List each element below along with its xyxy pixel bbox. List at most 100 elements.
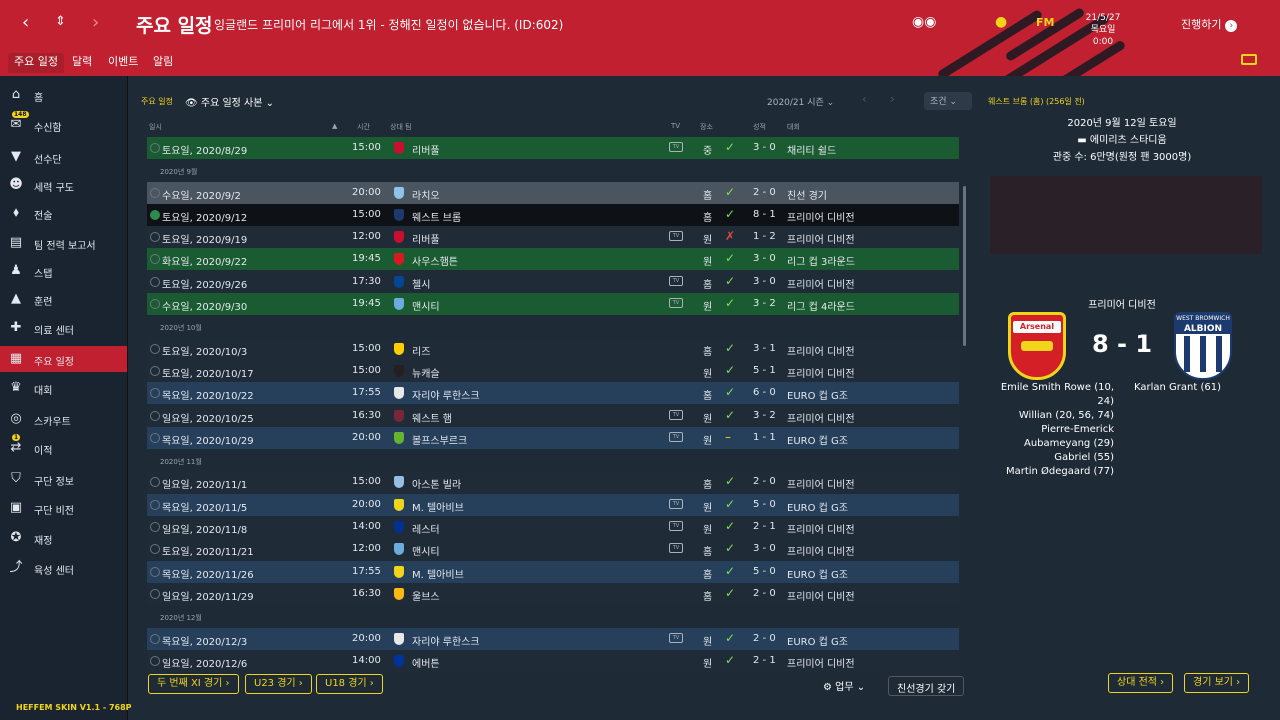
fixture-competition: 채리티 쉴드 — [787, 146, 837, 157]
fixture-row[interactable]: 토요일, 2020/9/26 17:30 첼시 홈 3 - 0 프리미어 디비전 TV ✓ — [147, 270, 959, 293]
sidebar-item[interactable]: ▼ 선수단 — [0, 144, 127, 170]
trophy-icon: ♛ — [10, 380, 22, 395]
fixture-row[interactable]: 수요일, 2020/9/30 19:45 맨시티 원 3 - 2 리그 컵 4라운드 TV ✓ — [147, 293, 959, 316]
col-opponent[interactable]: 상대 팀 — [390, 122, 412, 132]
sidebar-item[interactable]: ♛ 대회 — [0, 375, 127, 401]
tab-calendar[interactable]: 달력 — [72, 53, 92, 73]
fixture-score: 3 - 0 — [753, 543, 776, 555]
club-badge-icon[interactable]: ● — [995, 14, 1007, 30]
next-icon[interactable]: › — [890, 92, 895, 106]
sidebar-item[interactable]: ◎ 스카우트 — [0, 406, 127, 432]
fixture-row[interactable]: 일요일, 2020/11/29 16:30 울브스 홈 2 - 0 프리미어 디비전 ✓ — [147, 582, 959, 605]
second-xi-button[interactable]: 두 번째 XI 경기 › — [148, 674, 239, 694]
match-panel-title[interactable]: 웨스트 브롬 (홈) (256일 전) — [988, 96, 1085, 107]
scrollbar[interactable] — [963, 186, 966, 346]
fixture-competition: 프리미어 디비전 — [787, 525, 855, 537]
season-select[interactable]: 2020/21 시즌 ⌄ — [767, 95, 834, 108]
continue-button[interactable]: 진행하기 › — [1181, 16, 1238, 32]
fixture-competition: 리그 컵 4라운드 — [787, 302, 855, 314]
back-icon[interactable]: ‹ — [22, 12, 29, 33]
club-crest-icon — [394, 632, 404, 645]
sidebar-item[interactable]: ▣ 구단 비전 — [0, 495, 127, 521]
prev-icon[interactable]: ‹ — [862, 92, 867, 106]
col-tv[interactable]: TV — [671, 122, 680, 130]
fixture-row[interactable]: 목요일, 2020/10/22 17:55 자리야 루한스크 홈 6 - 0 EURO 컵… — [147, 382, 959, 405]
sidebar-item[interactable]: ▤ 팀 전력 보고서 — [0, 230, 127, 256]
status-dot-icon — [150, 299, 160, 310]
up-down-icon[interactable]: ⇕ — [55, 14, 66, 29]
fixture-row[interactable]: 목요일, 2020/10/29 20:00 볼프스부르크 원 1 - 1 EURO 컵 G… — [147, 426, 959, 449]
duty-menu[interactable]: ⚙ 업무 ⌄ — [823, 678, 865, 693]
tab-schedule[interactable]: 주요 일정 — [8, 53, 64, 73]
home-badge[interactable]: Arsenal — [1008, 312, 1066, 380]
sidebar-item[interactable]: ⬧ 전술 — [0, 200, 127, 226]
col-venue[interactable]: 장소 — [700, 122, 713, 132]
tab-events[interactable]: 이벤트 — [108, 53, 138, 73]
sidebar-item[interactable]: ⌂ 홈 — [0, 82, 127, 108]
fixture-venue: 홈 — [703, 547, 713, 559]
screen-icon[interactable] — [1241, 54, 1257, 65]
fm-logo[interactable]: FM — [1036, 16, 1054, 29]
fixture-row[interactable]: 수요일, 2020/9/2 20:00 라치오 홈 2 - 0 친선 경기 ✓ — [147, 181, 959, 204]
fixture-row[interactable]: 토요일, 2020/8/29 15:00 리버풀 중 3 - 0 채리티 쉴드 TV ✓ — [147, 137, 959, 159]
club-crest-icon — [394, 186, 404, 199]
forward-icon[interactable]: › — [92, 12, 99, 33]
u18-button[interactable]: U18 경기 › — [316, 674, 383, 694]
sidebar-item[interactable]: ⛉ 구단 정보 — [0, 466, 127, 492]
col-result[interactable]: 성적 — [753, 122, 766, 132]
fixture-opponent: 자리야 루한스크 — [412, 391, 480, 403]
tab-alerts[interactable]: 알림 — [153, 53, 173, 73]
fixture-opponent: 에버튼 — [412, 658, 440, 670]
fixture-row[interactable]: 목요일, 2020/11/26 17:55 M. 텔아비브 홈 5 - 0 EURO 컵 … — [147, 560, 959, 583]
breadcrumb[interactable]: 주요 일정 — [141, 96, 173, 107]
sort-icon[interactable]: ▲ — [332, 122, 337, 130]
duty-icon: ⚙ — [823, 682, 836, 693]
fixture-row[interactable]: 목요일, 2020/12/3 20:00 자리야 루한스크 원 2 - 0 EURO 컵 … — [147, 627, 959, 650]
club-crest-icon — [394, 142, 404, 154]
col-date[interactable]: 일시 — [149, 122, 162, 132]
sidebar-item[interactable]: ☻ 세력 구도 — [0, 172, 127, 198]
fixture-score: 2 - 0 — [753, 476, 776, 488]
fixture-time: 12:00 — [352, 543, 381, 555]
fixture-competition: 프리미어 디비전 — [787, 591, 855, 603]
fixture-row[interactable]: 토요일, 2020/9/19 12:00 리버풀 원 1 - 2 프리미어 디비전 TV ✗ — [147, 226, 959, 249]
sidebar-item[interactable]: ▦ 주요 일정 — [0, 346, 127, 372]
fixture-row[interactable]: 토요일, 2020/10/17 15:00 뉴캐슬 원 5 - 1 프리미어 디비전 ✓ — [147, 359, 959, 382]
sidebar-item[interactable]: ✪ 재정 — [0, 525, 127, 551]
club-crest-icon — [394, 208, 404, 221]
u23-button[interactable]: U23 경기 › — [245, 674, 312, 694]
sidebar-item[interactable]: ♟ 스탭 — [0, 258, 127, 284]
fixture-row[interactable]: 일요일, 2020/10/25 16:30 웨스트 햄 원 3 - 2 프리미어 디비전 T… — [147, 404, 959, 427]
fixture-row[interactable]: 목요일, 2020/11/5 20:00 M. 텔아비브 원 5 - 0 EURO 컵 G… — [147, 493, 959, 516]
fixture-row[interactable]: 화요일, 2020/9/22 19:45 사우스햄튼 원 3 - 0 리그 컵 3라운드 ✓ — [147, 248, 959, 271]
col-competition[interactable]: 대회 — [787, 122, 800, 132]
arrange-friendly-button[interactable]: 친선경기 갖기 — [888, 676, 965, 696]
fixture-opponent: M. 텔아비브 — [412, 569, 464, 581]
binoculars-icon[interactable]: ◉◉ — [912, 14, 936, 30]
away-badge[interactable]: WEST BROMWICH ALBION — [1174, 312, 1232, 380]
page-title: 주요 일정 — [136, 15, 213, 37]
filter-select[interactable]: 조건 ⌄ — [924, 92, 972, 110]
sidebar-item[interactable]: ▲ 훈련 — [0, 286, 127, 312]
fixture-row[interactable]: 토요일, 2020/11/21 12:00 맨시티 홈 3 - 0 프리미어 디비전 TV ✓ — [147, 538, 959, 561]
fixture-row[interactable]: 일요일, 2020/11/1 15:00 아스톤 빌라 홈 2 - 0 프리미어 디비전 ✓ — [147, 471, 959, 494]
status-dot-icon — [150, 254, 160, 265]
sidebar-item[interactable]: ⤴ 육성 센터 — [0, 555, 127, 581]
month-label: 2020년 10월 — [160, 324, 202, 333]
col-time[interactable]: 시간 — [357, 122, 370, 132]
fixture-score: 5 - 0 — [753, 498, 776, 510]
fixture-competition: EURO 컵 G조 — [787, 502, 848, 514]
view-match-button[interactable]: 경기 보기 › — [1184, 673, 1250, 693]
sidebar-item[interactable]: ⇄ 1 이적 — [0, 434, 127, 461]
fixture-row[interactable]: 일요일, 2020/11/8 14:00 레스터 원 2 - 1 프리미어 디비전 TV ✓ — [147, 516, 959, 539]
sidebar-item[interactable]: ✚ 의료 센터 — [0, 315, 127, 341]
fixture-row[interactable]: 일요일, 2020/12/6 14:00 에버튼 원 2 - 1 프리미어 디비전 ✓ — [147, 649, 959, 672]
club-crest-icon — [394, 298, 404, 311]
sidebar-item[interactable]: ✉ 148 수신함 — [0, 111, 127, 138]
fixture-row[interactable]: 토요일, 2020/9/12 15:00 웨스트 브롬 홈 8 - 1 프리미어 디비전 ✓ — [147, 203, 959, 226]
head-to-head-button[interactable]: 상대 전적 › — [1108, 673, 1174, 693]
win-check-icon: ✓ — [725, 273, 736, 288]
view-select[interactable]: 👁 주요 일정 사본 ⌄ — [185, 94, 274, 109]
fixture-row[interactable]: 토요일, 2020/10/3 15:00 리즈 홈 3 - 1 프리미어 디비전 ✓ — [147, 337, 959, 360]
scorer-line: Martin Ødegaard (77) — [1005, 466, 1114, 477]
